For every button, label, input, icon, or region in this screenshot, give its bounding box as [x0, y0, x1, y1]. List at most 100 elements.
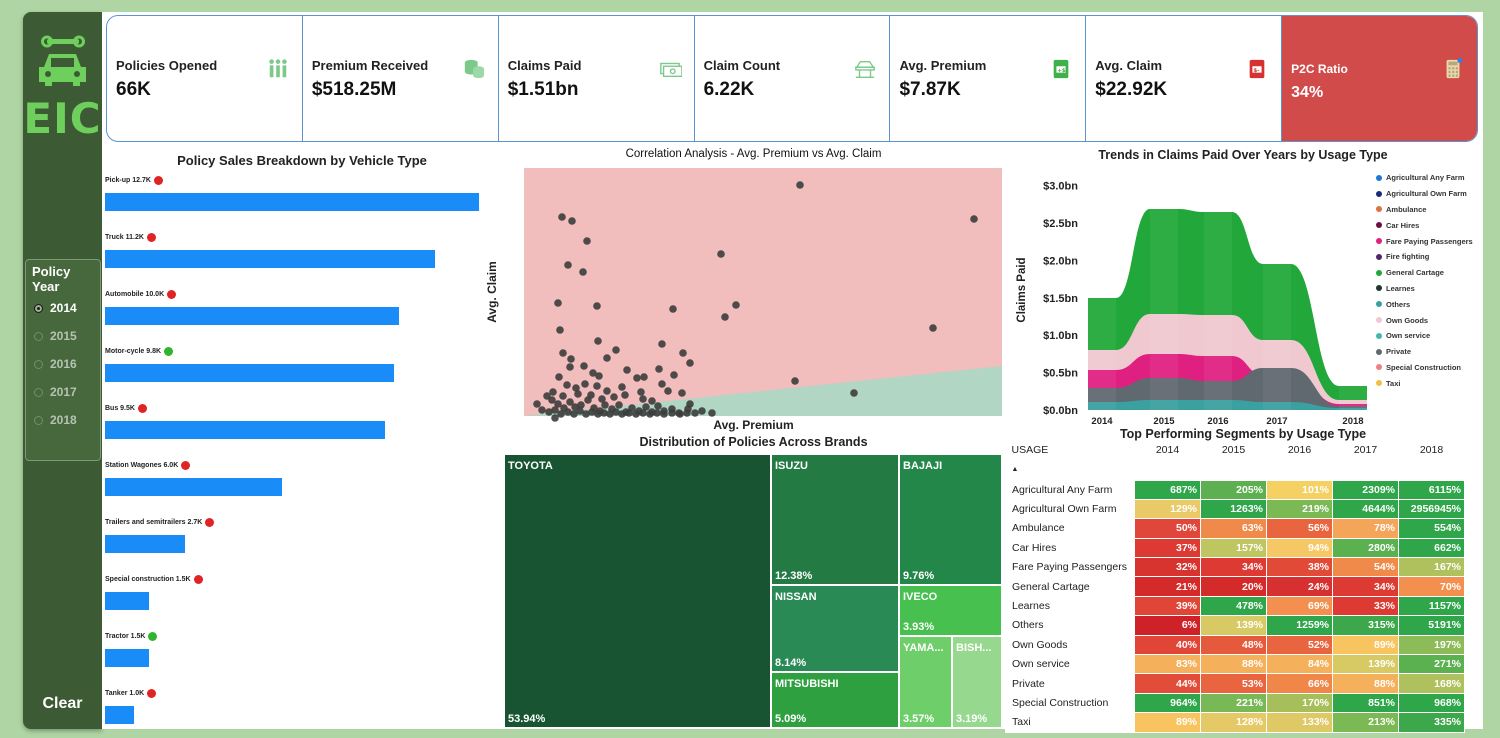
- year-option-2016[interactable]: 2016: [26, 350, 100, 378]
- year-option-2018[interactable]: 2018: [26, 406, 100, 434]
- vehicle-bar-row[interactable]: Automobile 10.0K: [105, 289, 485, 325]
- matrix-col-header[interactable]: 2015: [1201, 440, 1267, 460]
- vehicle-bar-row[interactable]: Station Wagones 6.0K: [105, 460, 485, 496]
- matrix-cell: 168%: [1398, 673, 1465, 694]
- legend-item[interactable]: Fire fighting: [1376, 249, 1486, 265]
- matrix-row[interactable]: Own service 83% 88% 84% 139% 271%: [1005, 654, 1465, 675]
- treemap-tile-bish[interactable]: BISH... 3.19%: [952, 636, 1002, 728]
- legend-label: Others: [1386, 299, 1411, 309]
- year-option-2017[interactable]: 2017: [26, 378, 100, 406]
- treemap-tile-toyota[interactable]: TOYOTA 53.94%: [504, 454, 771, 728]
- matrix-cell: 52%: [1266, 634, 1333, 656]
- vehicle-label-text: Trailers and semitrailers 2.7K: [105, 518, 203, 526]
- matrix-col-header[interactable]: 2016: [1267, 440, 1333, 460]
- matrix-col-header[interactable]: 2018: [1399, 440, 1465, 460]
- vehicle-bar[interactable]: [105, 478, 282, 496]
- scatter-point: [670, 371, 678, 379]
- treemap-tile-isuzu[interactable]: ISUZU 12.38%: [771, 454, 899, 585]
- scatter-point: [639, 395, 647, 403]
- treemap-tile-mitsubishi[interactable]: MITSUBISHI 5.09%: [771, 672, 899, 728]
- year-option-2014[interactable]: 2014: [26, 294, 100, 322]
- matrix-row-label: Taxi: [1005, 712, 1135, 733]
- vehicle-bar-row[interactable]: Motor-cycle 9.8K: [105, 346, 485, 382]
- vehicle-bar-row[interactable]: Special construction 1.5K: [105, 574, 485, 610]
- kpi-label: Avg. Claim: [1095, 58, 1162, 73]
- matrix-row[interactable]: Agricultural Own Farm 129% 1263% 219% 4644% 2…: [1005, 498, 1465, 520]
- scatter-point: [698, 407, 706, 415]
- treemap-tile-yama[interactable]: YAMA... 3.57%: [899, 636, 952, 728]
- vehicle-label-text: Truck 11.2K: [105, 233, 144, 241]
- matrix-row[interactable]: Agricultural Any Farm 687% 205% 101% 2309% 61…: [1005, 479, 1465, 500]
- matrix-col-header[interactable]: 2014: [1135, 440, 1201, 460]
- matrix-corner[interactable]: USAGE: [1006, 440, 1135, 460]
- vehicle-bar[interactable]: [105, 250, 435, 268]
- legend-item[interactable]: Own service: [1376, 328, 1486, 344]
- scatter-point: [549, 388, 557, 396]
- status-dot-icon: [137, 403, 147, 413]
- year-option-2015[interactable]: 2015: [26, 322, 100, 350]
- matrix-row[interactable]: Own Goods 40% 48% 52% 89% 197%: [1005, 634, 1465, 656]
- treemap-tile-iveco[interactable]: IVECO 3.93%: [899, 585, 1002, 636]
- legend-item[interactable]: Agricultural Own Farm: [1376, 186, 1486, 202]
- matrix-row[interactable]: Car Hires 37% 157% 94% 280% 662%: [1005, 537, 1465, 559]
- treemap-tile-nissan[interactable]: NISSAN 8.14%: [771, 585, 899, 672]
- matrix-row[interactable]: Private 44% 53% 66% 88% 168%: [1005, 673, 1465, 694]
- matrix-row[interactable]: Special Construction 964% 221% 170% 851% 968%: [1005, 692, 1465, 714]
- legend-dot-icon: [1376, 253, 1382, 260]
- matrix-row[interactable]: Fare Paying Passengers 32% 34% 38% 54% 167%: [1005, 557, 1465, 578]
- legend-item[interactable]: Special Construction: [1376, 360, 1486, 376]
- matrix-row[interactable]: Learnes 39% 478% 69% 33% 1157%: [1005, 595, 1465, 617]
- legend-item[interactable]: Own Goods: [1376, 312, 1486, 328]
- sort-arrow-icon[interactable]: ▲: [1006, 460, 1135, 480]
- scatter-point: [559, 349, 567, 357]
- legend-item[interactable]: Others: [1376, 296, 1486, 312]
- vehicle-bar[interactable]: [105, 649, 150, 667]
- vehicle-bar-label: Tanker 1.0K: [105, 688, 485, 698]
- kpi-card-avg-claim: Avg. Claim $22.92K $-: [1086, 16, 1283, 141]
- vehicle-bar[interactable]: [105, 193, 479, 211]
- scatter-chart: [524, 168, 1002, 422]
- legend-item[interactable]: Learnes: [1376, 281, 1486, 297]
- treemap-tile-bajaji[interactable]: BAJAJI 9.76%: [899, 454, 1002, 585]
- legend-item[interactable]: Ambulance: [1376, 202, 1486, 218]
- matrix-cell: 88%: [1332, 673, 1399, 694]
- vehicle-bar-row[interactable]: Truck 11.2K: [105, 232, 485, 268]
- legend-item[interactable]: Fare Paying Passengers: [1376, 233, 1486, 249]
- legend-dot-icon: [1376, 348, 1382, 355]
- matrix-cell: 1157%: [1398, 595, 1465, 617]
- vehicle-bar[interactable]: [105, 421, 385, 439]
- stream-xtick: 2018: [1342, 416, 1363, 424]
- vehicle-bar-label: Tractor 1.5K: [105, 631, 485, 641]
- scatter-point: [623, 366, 631, 374]
- vehicle-bar[interactable]: [105, 592, 150, 610]
- matrix-row[interactable]: Ambulance 50% 63% 56% 78% 554%: [1005, 518, 1465, 539]
- money-minus-icon: $-: [1249, 59, 1265, 79]
- matrix-row[interactable]: General Cartage 21% 20% 24% 34% 70%: [1005, 576, 1465, 597]
- vehicle-bar-row[interactable]: Tractor 1.5K: [105, 631, 485, 667]
- legend-item[interactable]: General Cartage: [1376, 265, 1486, 281]
- legend-item[interactable]: Taxi: [1376, 375, 1486, 391]
- matrix-row[interactable]: Taxi 89% 128% 133% 213% 335%: [1005, 712, 1465, 733]
- matrix-cell: 39%: [1134, 595, 1201, 617]
- matrix-cell: 6%: [1134, 615, 1201, 636]
- vehicle-bar-row[interactable]: Pick-up 12.7K: [105, 175, 485, 211]
- vehicle-bar[interactable]: [105, 307, 400, 325]
- vehicle-bar-row[interactable]: Trailers and semitrailers 2.7K: [105, 517, 485, 553]
- matrix-title: Top Performing Segments by Usage Type: [1119, 427, 1367, 441]
- clear-button[interactable]: Clear: [23, 695, 102, 713]
- year-label: 2015: [50, 329, 77, 343]
- vehicle-bar-row[interactable]: Bus 9.5K: [105, 403, 485, 439]
- matrix-row-label: Car Hires: [1005, 537, 1135, 559]
- legend-item[interactable]: Private: [1376, 344, 1486, 360]
- matrix-row[interactable]: Others 6% 139% 1259% 315% 5191%: [1005, 615, 1465, 636]
- scatter-point: [594, 337, 602, 345]
- vehicle-bar-row[interactable]: Tanker 1.0K: [105, 688, 485, 724]
- vehicle-bar[interactable]: [105, 535, 185, 553]
- matrix-cell: 101%: [1266, 479, 1333, 500]
- vehicle-bar[interactable]: [105, 706, 135, 724]
- legend-item[interactable]: Agricultural Any Farm: [1376, 170, 1486, 186]
- legend-item[interactable]: Car Hires: [1376, 217, 1486, 233]
- kpi-card-premium-received: Premium Received $518.25M: [303, 16, 499, 141]
- matrix-col-header[interactable]: 2017: [1333, 440, 1399, 460]
- vehicle-bar[interactable]: [105, 364, 394, 382]
